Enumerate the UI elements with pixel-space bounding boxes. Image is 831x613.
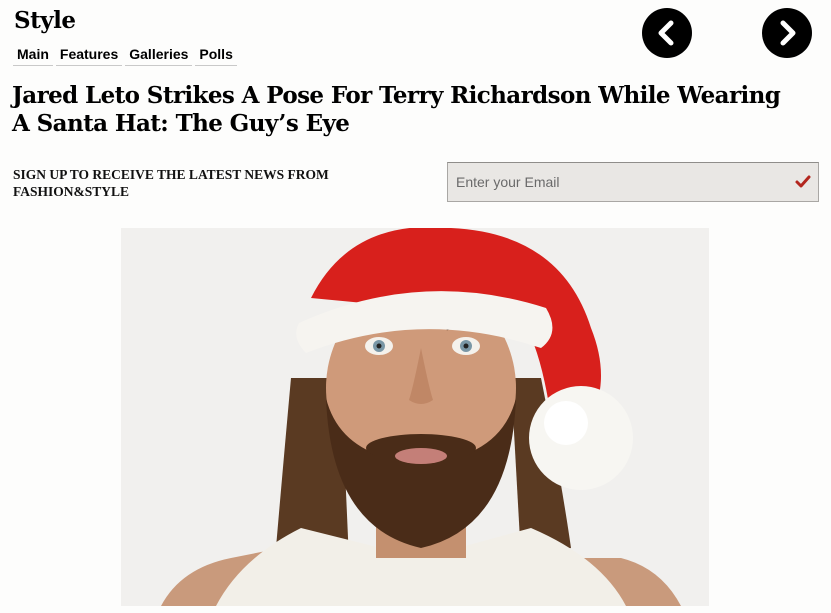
newsletter-form [447, 162, 819, 202]
next-article-button[interactable] [762, 8, 812, 58]
chevron-right-icon [780, 20, 796, 46]
nav-tab-features[interactable]: Features [55, 44, 123, 66]
site-brand[interactable]: Style [14, 7, 76, 34]
newsletter-prompt: SIGN UP TO RECEIVE THE LATEST NEWS FROM … [13, 167, 329, 199]
section-nav: Main Features Galleries Polls [13, 44, 240, 66]
chevron-left-icon [658, 20, 674, 46]
email-input[interactable] [448, 163, 778, 201]
article-headline: Jared Leto Strikes A Pose For Terry Rich… [12, 82, 781, 137]
nav-tab-polls[interactable]: Polls [195, 44, 237, 66]
santa-hat-portrait-illustration [121, 228, 709, 606]
previous-article-button[interactable] [642, 8, 692, 58]
article-photo [121, 228, 709, 606]
nav-tab-galleries[interactable]: Galleries [125, 44, 193, 66]
checkmark-icon[interactable] [794, 173, 812, 191]
nav-tab-main[interactable]: Main [13, 44, 53, 66]
